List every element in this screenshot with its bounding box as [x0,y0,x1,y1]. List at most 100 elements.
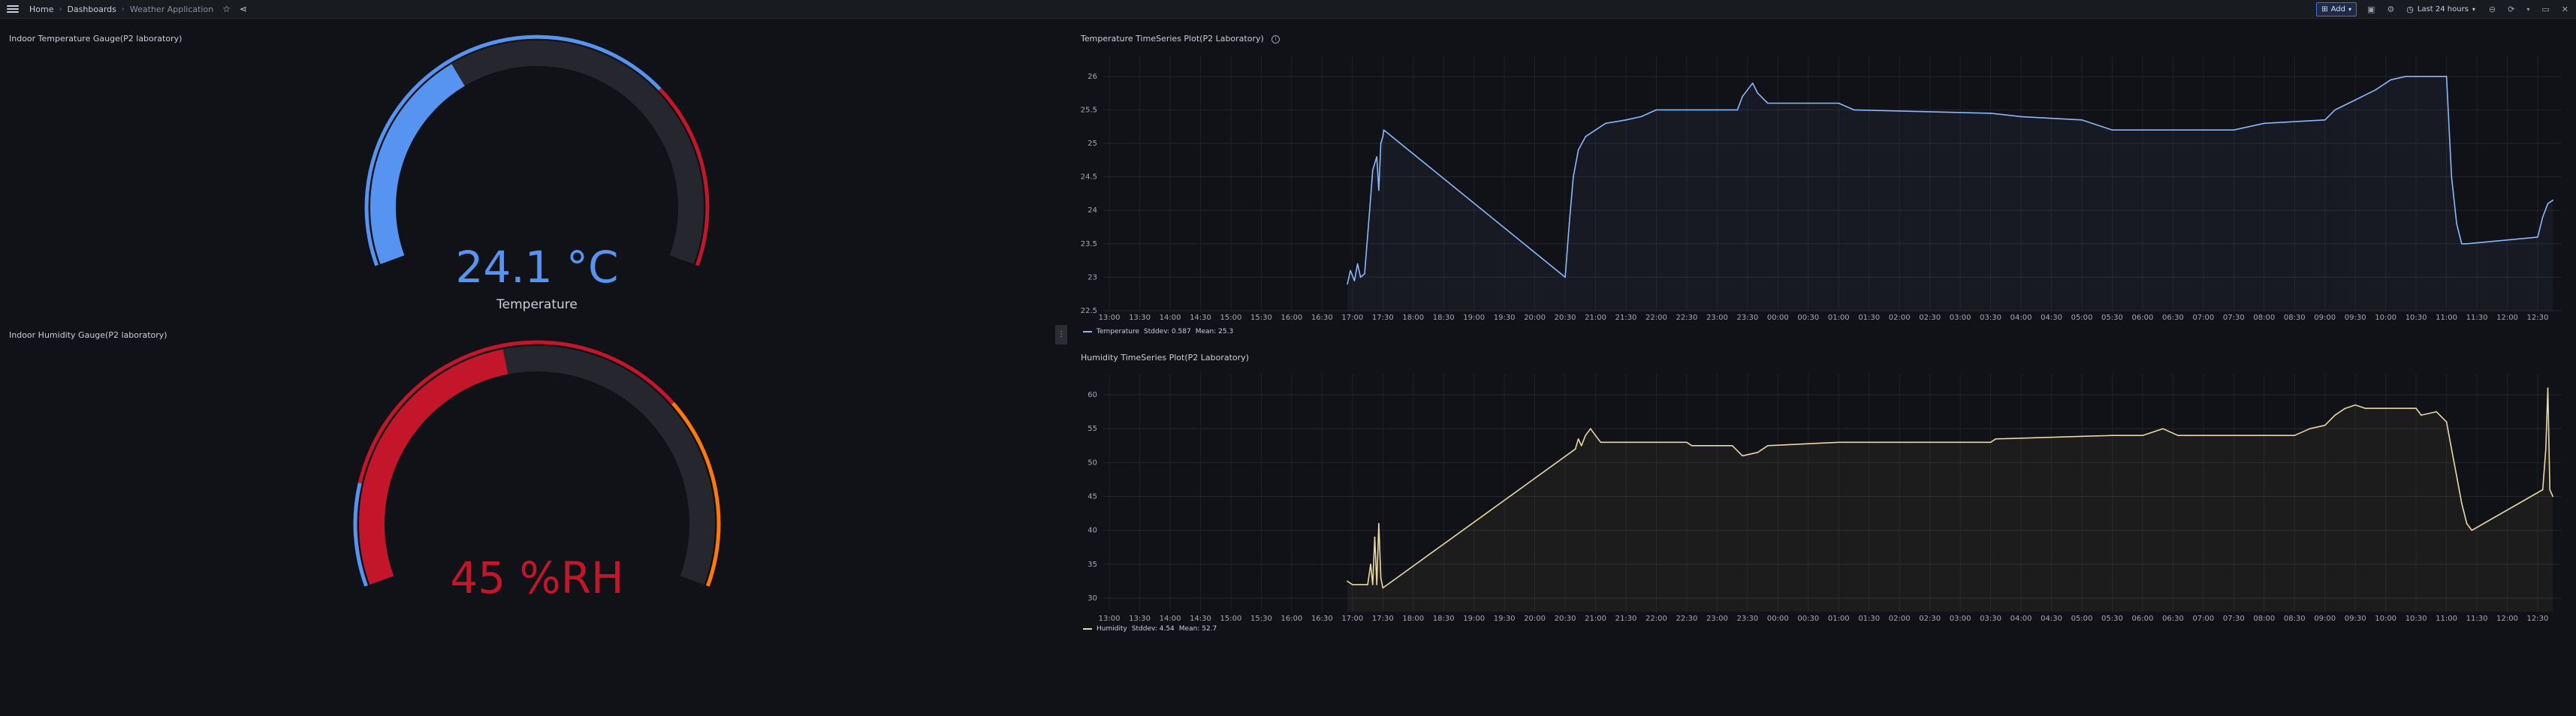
humidity-chart-data-point [1594,435,1597,436]
temperature-chart-x-tick-label: 20:00 [1524,314,1546,322]
temperature-chart-x-tick-label: 07:30 [2223,314,2245,322]
humidity-chart-data-point [1382,587,1384,589]
humidity-chart-data-point [1352,584,1353,585]
humidity-chart-x-tick-label: 03:00 [1950,615,1971,623]
breadcrumb-current-dashboard: Weather Application [129,4,214,14]
humidity-chart-data-point [2309,428,2311,429]
temperature-chart-title-row: Temperature TimeSeries Plot(P2 Laborator… [1081,34,1280,44]
humidity-chart-y-tick-label: 60 [1087,391,1097,399]
temperature-timeseries-chart: 26 25.5 25 24.5 24 23.5 23 22.513:00 13:30 14:00 1… [1081,56,2561,322]
temperature-legend-mean: Mean: 25.3 [1195,328,1234,335]
humidity-gauge-value-arc [359,349,508,585]
humidity-chart-x-tick-label: 01:00 [1828,615,1850,623]
zoom-out-icon[interactable]: ⊖ [2489,5,2496,14]
temperature-chart-data-point [1757,92,1759,94]
temperature-chart-data-point [2552,200,2553,201]
temperature-chart-data-point [1359,276,1362,278]
temperature-chart-data-point [1767,102,1769,104]
temperature-chart-x-tick-label: 00:30 [1797,314,1819,322]
humidity-chart-data-point [1600,441,1602,444]
temperature-chart-data-point [2264,122,2265,125]
temperature-chart-x-tick-label: 15:30 [1250,314,1272,322]
temperature-chart-data-point [1838,102,1840,104]
temperature-gauge: 24.1 °C Temperature [364,35,710,312]
temperature-chart-area-fill [1347,76,2553,311]
humidity-chart-x-tick-label: 20:00 [1524,615,1546,623]
humidity-chart-data-point [2415,408,2417,409]
top-nav-bar: Home › Dashboards › Weather Application … [0,0,2576,19]
humidity-chart-data-point [2324,424,2326,426]
temperature-chart-y-tick-label: 26 [1087,73,1097,81]
humidity-chart-x-tick-label: 09:30 [2345,615,2366,623]
refresh-interval-chevron-icon[interactable]: ▾ [2526,6,2529,13]
temperature-chart-data-point [1640,116,1642,118]
temperature-chart-x-tick-label: 07:00 [2192,314,2214,322]
humidity-chart-data-point [1374,536,1376,538]
temperature-chart-data-point [2375,89,2376,91]
humidity-chart-data-point [2466,522,2468,525]
temperature-chart-data-point [1568,223,1570,224]
settings-icon[interactable]: ⚙ [2387,5,2394,14]
temperature-chart-data-point [1376,156,1377,158]
humidity-chart-data-point [2541,489,2544,491]
humidity-chart-x-tick-label: 06:00 [2132,615,2154,623]
temperature-chart-data-point [1605,122,1606,125]
humidity-chart-x-tick-label: 08:00 [2253,615,2275,623]
temperature-chart-x-tick-label: 00:00 [1767,314,1789,322]
temperature-chart-data-point [1383,129,1385,131]
temperature-chart-data-point [2537,236,2538,238]
humidity-chart-y-tick-label: 35 [1087,561,1097,569]
add-button[interactable]: ⊞ Add ▾ [2316,2,2357,17]
humidity-legend[interactable]: Humidity Stddev: 4.54 Mean: 52.7 [1083,625,1217,633]
humidity-chart-data-point [1731,445,1733,447]
temperature-chart-data-point [1378,189,1380,191]
breadcrumb-home[interactable]: Home [29,5,53,14]
temperature-chart-x-tick-label: 06:00 [2132,314,2154,322]
temperature-chart-data-point [1353,280,1356,281]
humidity-chart-data-point [2354,404,2356,406]
share-icon[interactable]: ⋖ [240,4,247,14]
humidity-chart-x-tick-label: 05:00 [2071,615,2093,623]
breadcrumb-dashboards[interactable]: Dashboards [67,5,116,14]
humidity-chart-x-tick-label: 11:30 [2466,615,2488,623]
humidity-chart-x-tick-label: 23:30 [1736,615,1758,623]
humidity-chart-x-tick-label: 13:00 [1099,615,1121,623]
temperature-chart-x-tick-label: 14:30 [1190,314,1211,322]
clock-icon: ◷ [2406,4,2414,14]
humidity-chart-y-tick-label: 45 [1087,493,1097,501]
time-range-picker[interactable]: ◷ Last 24 hours ▾ [2406,5,2475,14]
star-icon[interactable]: ☆ [222,4,231,14]
refresh-icon[interactable]: ⟳ [2508,5,2514,14]
panel-drag-handle-icon[interactable]: ⋮ [1055,325,1067,344]
humidity-chart-x-tick-label: 02:00 [1889,615,1911,623]
menu-icon[interactable] [7,5,19,13]
temperature-legend[interactable]: Temperature Stddev: 0.587 Mean: 25.3 [1083,328,1233,335]
humidity-chart-data-point [2451,448,2453,450]
save-icon[interactable]: ▣ [2367,5,2375,14]
temperature-chart-data-point [1989,113,1992,114]
temperature-chart-x-tick-label: 13:00 [1099,314,1121,322]
temperature-chart-y-tick-label: 25.5 [1081,106,1097,114]
temperature-chart-x-tick-label: 13:30 [1129,314,1151,322]
tv-mode-icon[interactable]: ▭ [2541,5,2549,14]
temperature-chart-x-tick-label: 02:00 [1889,314,1911,322]
info-icon[interactable]: i [1271,35,1280,44]
humidity-chart-data-point [1995,438,1997,440]
close-icon[interactable]: ✕ [2562,5,2568,14]
humidity-gauge-value: 45 %RH [450,552,623,603]
temperature-chart-x-tick-label: 17:30 [1372,314,1394,322]
temperature-chart-x-tick-label: 11:00 [2436,314,2457,322]
temperature-chart-data-point [2020,116,2022,118]
humidity-chart-data-point [1686,441,1688,444]
temperature-chart-y-tick-label: 23.5 [1081,240,1097,248]
temperature-chart-data-point [1356,263,1359,265]
temperature-chart-data-point [1585,136,1586,137]
humidity-legend-name: Humidity [1096,625,1127,633]
humidity-chart-data-point [2111,435,2113,436]
temperature-gauge-value-arc [370,64,465,264]
temperature-chart-data-point [2233,129,2235,131]
humidity-chart-data-point [2334,414,2336,416]
temperature-chart-data-point [1564,276,1566,278]
humidity-chart-x-tick-label: 07:30 [2223,615,2245,623]
humidity-chart-data-point [1577,438,1579,440]
